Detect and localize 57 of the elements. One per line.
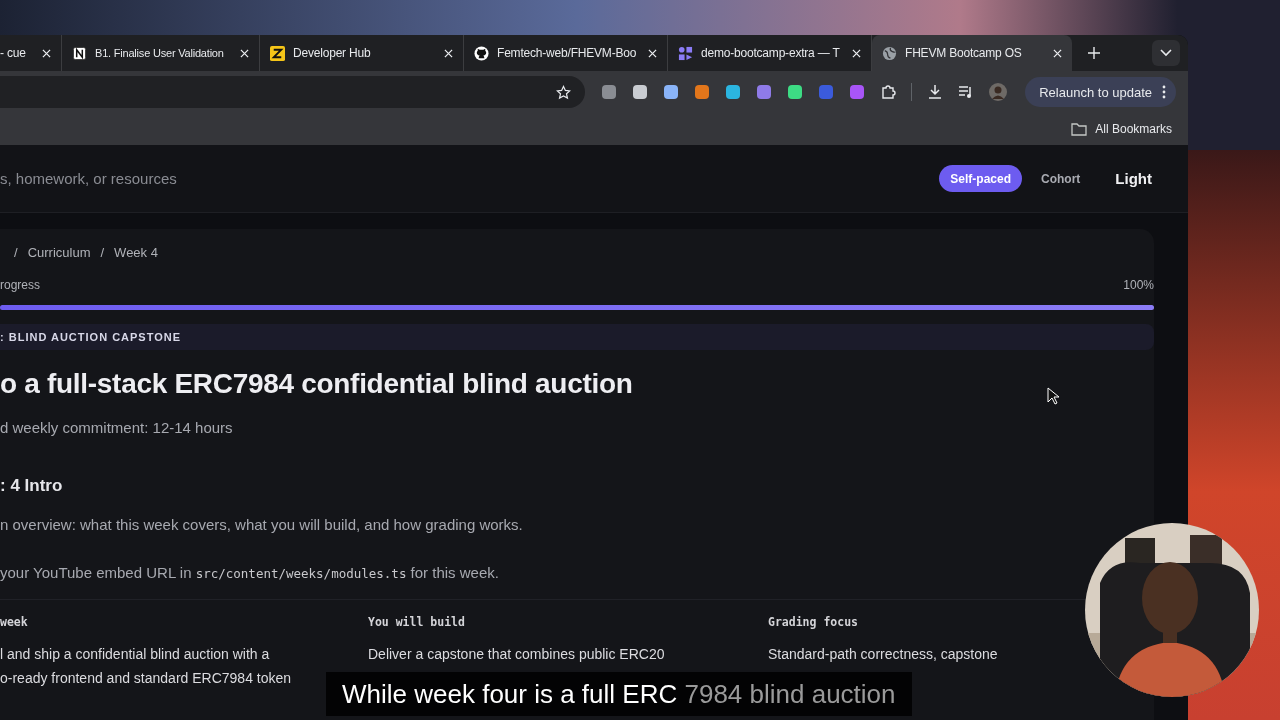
- column-heading: week: [0, 615, 29, 629]
- breadcrumb-separator: /: [100, 245, 105, 260]
- breadcrumb-link[interactable]: Curriculum: [27, 245, 91, 260]
- close-icon[interactable]: [852, 48, 861, 58]
- column-text: Deliver a capstone that combines public ERC20: [368, 645, 666, 664]
- chevron-down-icon[interactable]: [1160, 49, 1172, 57]
- tab-search-button[interactable]: [1152, 40, 1180, 66]
- extension-icon[interactable]: [663, 84, 679, 100]
- column-text: l and ship a confidential blind auction with a: [0, 645, 271, 664]
- extension-icon[interactable]: [756, 84, 772, 100]
- close-icon[interactable]: [240, 48, 249, 58]
- more-icon[interactable]: [1162, 85, 1166, 99]
- relaunch-button[interactable]: Relaunch to update: [1025, 77, 1176, 107]
- extension-icon[interactable]: [694, 84, 710, 100]
- mode-toggle[interactable]: Self-paced: [939, 165, 1022, 192]
- column-heading: Grading focus: [768, 615, 859, 629]
- extension-icon[interactable]: [632, 84, 648, 100]
- close-icon[interactable]: [444, 48, 453, 58]
- cursor-icon: [1047, 387, 1059, 405]
- browser-tab[interactable]: FHEVM Bootcamp OS: [872, 35, 1072, 71]
- extension-icon[interactable]: [849, 84, 865, 100]
- github-icon: [474, 45, 489, 61]
- section-title: : 4 Intro: [0, 476, 64, 496]
- close-icon[interactable]: [42, 48, 51, 58]
- shapes-icon: [678, 45, 693, 61]
- module-banner: : BLIND AUCTION CAPSTONE: [0, 324, 1154, 350]
- new-tab-icon[interactable]: [1088, 47, 1100, 59]
- page-title: o a full-stack ERC7984 confidential blind auction: [0, 368, 633, 400]
- mode-toggle[interactable]: Cohort: [1030, 165, 1092, 192]
- extension-icon[interactable]: [601, 84, 617, 100]
- star-icon[interactable]: [556, 84, 571, 100]
- overview-text: n overview: what this week covers, what you will build, and how grading works.: [0, 516, 524, 533]
- video-note: your YouTube embed URL in src/content/weeks/modules.ts for this week.: [0, 564, 500, 581]
- column-heading: You will build: [368, 615, 466, 629]
- commitment-text: d weekly commitment: 12-14 hours: [0, 419, 234, 436]
- column-text: o-ready frontend and standard ERC7984 token: [0, 669, 293, 688]
- globe-icon: [882, 45, 897, 61]
- extension-icon[interactable]: [725, 84, 741, 100]
- notion-icon: [72, 45, 87, 61]
- theme-button[interactable]: Light: [1109, 169, 1158, 188]
- extension-icon[interactable]: [787, 84, 803, 100]
- search-field[interactable]: s, homework, or resources: [0, 170, 940, 187]
- media-icon[interactable]: [958, 84, 974, 100]
- close-icon[interactable]: [648, 48, 657, 58]
- puzzle-icon[interactable]: [880, 84, 896, 100]
- column-text: Standard-path correctness, capstone: [768, 645, 999, 664]
- close-icon[interactable]: [1053, 48, 1062, 58]
- folder-icon: [1071, 122, 1088, 136]
- z-logo-icon: [270, 45, 285, 61]
- profile-avatar[interactable]: [989, 83, 1007, 101]
- breadcrumb-separator: /: [14, 245, 18, 260]
- progress-reading: 100%: [1123, 278, 1154, 292]
- download-icon[interactable]: [927, 84, 943, 100]
- progress-label: rogress: [0, 278, 40, 292]
- video-caption: While week four is a full ERC 7984 blind auction: [326, 672, 912, 716]
- all-bookmarks-button[interactable]: All Bookmarks: [1071, 122, 1172, 136]
- breadcrumb-link[interactable]: Week 4: [114, 245, 158, 260]
